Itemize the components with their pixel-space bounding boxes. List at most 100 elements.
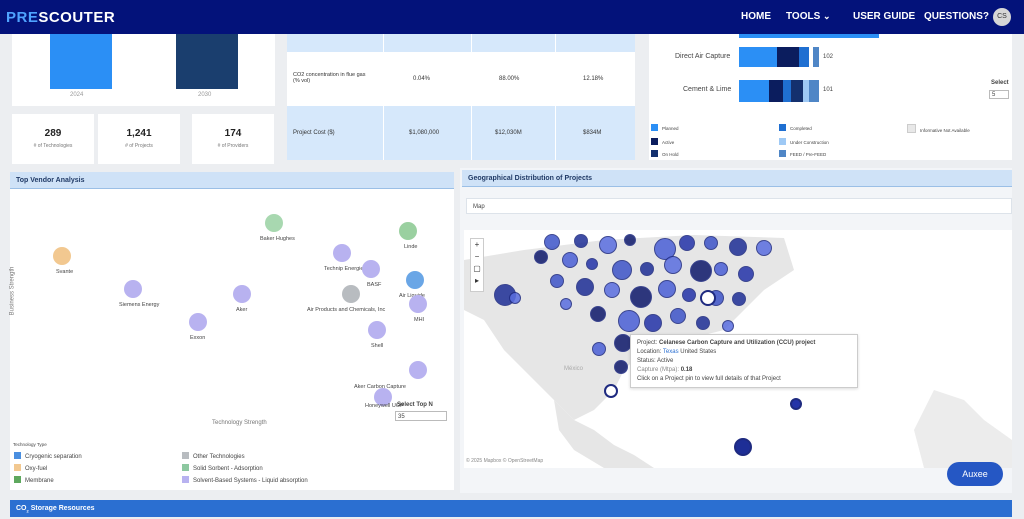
project-pin[interactable]	[550, 274, 564, 288]
nav-questions[interactable]: QUESTIONS?	[924, 11, 989, 22]
nav-user-guide[interactable]: USER GUIDE	[853, 11, 915, 22]
legend-item: FEED / Pre-FEED	[779, 150, 826, 157]
project-pin[interactable]	[644, 314, 662, 332]
project-pin[interactable]	[679, 235, 695, 251]
vendor-bubble[interactable]	[409, 295, 427, 313]
vendor-label: MHI	[414, 317, 425, 323]
nav-home[interactable]: HOME	[741, 11, 771, 22]
box-zoom-icon[interactable]: ▢	[471, 263, 483, 275]
stacked-bar-direct-air-capture[interactable]	[739, 47, 819, 67]
project-pin[interactable]	[612, 260, 632, 280]
vendor-bubble[interactable]	[265, 214, 283, 232]
project-pin[interactable]	[756, 240, 772, 256]
vendor-label: Siemens Energy	[119, 302, 160, 308]
project-pin[interactable]	[700, 290, 716, 306]
project-pin[interactable]	[562, 252, 578, 268]
vendor-label: Linde	[404, 244, 418, 250]
project-pin[interactable]	[790, 398, 802, 410]
project-pin[interactable]	[590, 306, 606, 322]
project-pin[interactable]	[670, 308, 686, 324]
table-cell: $834M	[583, 130, 602, 136]
project-pin[interactable]	[592, 342, 606, 356]
vendor-bubble[interactable]	[399, 222, 417, 240]
project-pin[interactable]	[704, 236, 718, 250]
bar-2030	[176, 34, 238, 89]
project-pin[interactable]	[664, 256, 682, 274]
select-top-input[interactable]: 35	[395, 411, 447, 421]
vendor-bubble[interactable]	[406, 271, 424, 289]
stacked-bar-cement-lime[interactable]	[739, 80, 819, 102]
bar-row-label: Cement & Lime	[683, 86, 732, 93]
zoom-in-icon[interactable]: +	[471, 239, 483, 251]
play-icon[interactable]: ▸	[471, 275, 483, 287]
project-pin[interactable]	[658, 280, 676, 298]
nav-tools[interactable]: TOOLS ⌄	[786, 11, 831, 22]
vendor-bubble[interactable]	[53, 247, 71, 265]
project-pin[interactable]	[614, 360, 628, 374]
storage-title: Storage Resources	[30, 505, 95, 512]
storage-section-header[interactable]: CO2 Storage Resources	[10, 500, 1012, 517]
select-input[interactable]: 5	[989, 90, 1009, 99]
bar-label-2030: 2030	[198, 92, 212, 98]
chevron-down-icon: ⌄	[823, 11, 831, 21]
project-pin[interactable]	[734, 438, 752, 456]
bar-label-2024: 2024	[70, 92, 84, 98]
project-pin[interactable]	[576, 278, 594, 296]
project-pin[interactable]	[682, 288, 696, 302]
legend-title: Technology Type	[13, 442, 47, 447]
storage-prefix: CO	[16, 505, 27, 512]
vendor-bubble[interactable]	[233, 285, 251, 303]
bar-row-label: Direct Air Capture	[675, 53, 731, 60]
project-pin[interactable]	[618, 310, 640, 332]
project-pin[interactable]	[738, 266, 754, 282]
vendor-analysis-panel: Top Vendor Analysis Business Strength Te…	[9, 172, 454, 442]
project-pin[interactable]	[560, 298, 572, 310]
project-pin[interactable]	[640, 262, 654, 276]
project-pin[interactable]	[696, 316, 710, 330]
vendor-bubble[interactable]	[124, 280, 142, 298]
project-pin[interactable]	[586, 258, 598, 270]
vendor-bubble[interactable]	[342, 285, 360, 303]
divider	[383, 34, 384, 160]
table-row-label: CO2 concentration in flue gas (% vol)	[293, 72, 366, 84]
project-pin[interactable]	[604, 282, 620, 298]
project-pin[interactable]	[732, 292, 746, 306]
project-pin[interactable]	[574, 234, 588, 248]
tab-map[interactable]: Map	[466, 198, 1012, 214]
project-pin[interactable]	[544, 234, 560, 250]
auxee-chat-button[interactable]: Auxee	[947, 462, 1003, 486]
project-pin[interactable]	[722, 320, 734, 332]
project-pin[interactable]	[690, 260, 712, 282]
vendor-bubble[interactable]	[409, 361, 427, 379]
table-cell: 0.04%	[413, 76, 431, 82]
table-header-row	[287, 34, 635, 52]
tooltip-location: United States	[680, 349, 717, 355]
project-pin[interactable]	[729, 238, 747, 256]
avatar[interactable]: CS	[993, 8, 1011, 26]
vendor-label: Exxon	[190, 335, 206, 341]
tooltip-project: Celanese Carbon Capture and Utilization …	[659, 340, 816, 346]
map-place-label: México	[564, 366, 584, 372]
project-pin[interactable]	[534, 250, 548, 264]
divider	[555, 34, 556, 160]
stacked-bar-partial	[739, 34, 879, 38]
select-label: Select	[991, 80, 1009, 86]
project-pin[interactable]	[624, 234, 636, 246]
project-pin[interactable]	[714, 262, 728, 276]
project-pin[interactable]	[630, 286, 652, 308]
vendor-bubble[interactable]	[333, 244, 351, 262]
vendor-bubble[interactable]	[362, 260, 380, 278]
project-pin[interactable]	[599, 236, 617, 254]
vendor-legend: Technology Type Cryogenic separation Othe…	[10, 440, 454, 490]
zoom-out-icon[interactable]: −	[471, 251, 483, 263]
project-pin[interactable]	[509, 292, 521, 304]
stat-value: 1,241	[126, 128, 152, 139]
prescouter-logo[interactable]: PRESCOUTER	[6, 9, 115, 26]
bar-value: 101	[823, 87, 834, 93]
project-pin[interactable]	[604, 384, 618, 398]
tooltip-location-link[interactable]: Texas	[663, 349, 679, 355]
vendor-bubble[interactable]	[368, 321, 386, 339]
legend-item: Solid Sorbent - Adsorption	[182, 464, 263, 472]
legend-item: Cryogenic separation	[14, 452, 82, 460]
vendor-bubble[interactable]	[189, 313, 207, 331]
